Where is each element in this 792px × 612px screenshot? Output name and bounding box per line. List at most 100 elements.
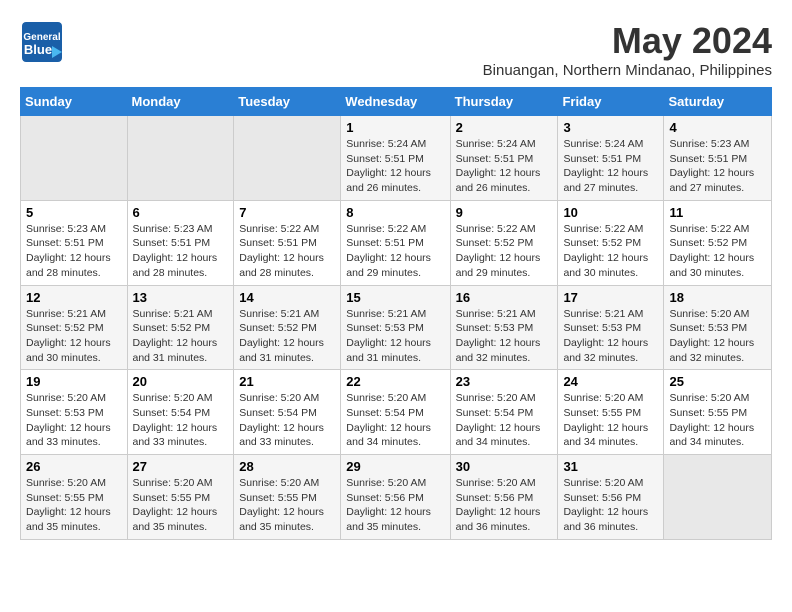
calendar-cell: 19Sunrise: 5:20 AM Sunset: 5:53 PM Dayli… <box>21 370 128 455</box>
calendar-cell <box>21 116 128 201</box>
day-info: Sunrise: 5:20 AM Sunset: 5:54 PM Dayligh… <box>133 391 229 450</box>
day-info: Sunrise: 5:22 AM Sunset: 5:52 PM Dayligh… <box>563 222 658 281</box>
calendar-cell: 31 Sunrise: 5:20 AM Sunset: 5:56 PM Dayli… <box>558 455 664 540</box>
calendar-cell: 10Sunrise: 5:22 AM Sunset: 5:52 PM Dayli… <box>558 200 664 285</box>
day-info: Sunrise: 5:20 AM Sunset: 5:56 PM Dayligh… <box>563 476 658 535</box>
calendar-cell: 26 Sunrise: 5:20 AM Sunset: 5:55 PM Dayli… <box>21 455 128 540</box>
calendar-cell: 25Sunrise: 5:20 AM Sunset: 5:55 PM Dayli… <box>664 370 772 455</box>
day-info: Sunrise: 5:20 AM Sunset: 5:55 PM Dayligh… <box>563 391 658 450</box>
day-number: 23 <box>456 374 553 389</box>
calendar-cell: 13Sunrise: 5:21 AM Sunset: 5:52 PM Dayli… <box>127 285 234 370</box>
day-info: Sunrise: 5:24 AM Sunset: 5:51 PM Dayligh… <box>563 137 658 196</box>
day-number: 9 <box>456 205 553 220</box>
day-number: 8 <box>346 205 444 220</box>
day-number: 6 <box>133 205 229 220</box>
col-header-friday: Friday <box>558 88 664 116</box>
day-number: 3 <box>563 120 658 135</box>
calendar-cell: 16Sunrise: 5:21 AM Sunset: 5:53 PM Dayli… <box>450 285 558 370</box>
day-number: 18 <box>669 290 766 305</box>
calendar-cell: 14Sunrise: 5:21 AM Sunset: 5:52 PM Dayli… <box>234 285 341 370</box>
day-number: 29 <box>346 459 444 474</box>
day-number: 30 <box>456 459 553 474</box>
day-number: 25 <box>669 374 766 389</box>
day-info: Sunrise: 5:24 AM Sunset: 5:51 PM Dayligh… <box>346 137 444 196</box>
day-info: Sunrise: 5:20 AM Sunset: 5:55 PM Dayligh… <box>239 476 335 535</box>
day-info: Sunrise: 5:20 AM Sunset: 5:55 PM Dayligh… <box>133 476 229 535</box>
day-number: 5 <box>26 205 122 220</box>
day-info: Sunrise: 5:22 AM Sunset: 5:51 PM Dayligh… <box>346 222 444 281</box>
col-header-tuesday: Tuesday <box>234 88 341 116</box>
calendar-cell: 1 Sunrise: 5:24 AM Sunset: 5:51 PM Daylig… <box>341 116 450 201</box>
calendar-week-row: 19Sunrise: 5:20 AM Sunset: 5:53 PM Dayli… <box>21 370 772 455</box>
calendar-week-row: 5 Sunrise: 5:23 AM Sunset: 5:51 PM Daylig… <box>21 200 772 285</box>
calendar-cell <box>234 116 341 201</box>
calendar-cell: 11 Sunrise: 5:22 AM Sunset: 5:52 PM Dayli… <box>664 200 772 285</box>
day-number: 27 <box>133 459 229 474</box>
day-info: Sunrise: 5:20 AM Sunset: 5:55 PM Dayligh… <box>26 476 122 535</box>
day-number: 20 <box>133 374 229 389</box>
day-info: Sunrise: 5:23 AM Sunset: 5:51 PM Dayligh… <box>669 137 766 196</box>
svg-text:Blue: Blue <box>24 42 52 57</box>
day-number: 7 <box>239 205 335 220</box>
calendar-cell: 28Sunrise: 5:20 AM Sunset: 5:55 PM Dayli… <box>234 455 341 540</box>
col-header-monday: Monday <box>127 88 234 116</box>
day-info: Sunrise: 5:20 AM Sunset: 5:54 PM Dayligh… <box>239 391 335 450</box>
calendar-cell: 12 Sunrise: 5:21 AM Sunset: 5:52 PM Dayli… <box>21 285 128 370</box>
calendar-cell: 15 Sunrise: 5:21 AM Sunset: 5:53 PM Dayli… <box>341 285 450 370</box>
calendar-table: SundayMondayTuesdayWednesdayThursdayFrid… <box>20 87 772 540</box>
calendar-cell: 9 Sunrise: 5:22 AM Sunset: 5:52 PM Daylig… <box>450 200 558 285</box>
calendar-cell: 5 Sunrise: 5:23 AM Sunset: 5:51 PM Daylig… <box>21 200 128 285</box>
calendar-cell <box>127 116 234 201</box>
day-info: Sunrise: 5:23 AM Sunset: 5:51 PM Dayligh… <box>26 222 122 281</box>
calendar-cell: 6 Sunrise: 5:23 AM Sunset: 5:51 PM Daylig… <box>127 200 234 285</box>
calendar-cell: 2 Sunrise: 5:24 AM Sunset: 5:51 PM Daylig… <box>450 116 558 201</box>
calendar-week-row: 1 Sunrise: 5:24 AM Sunset: 5:51 PM Daylig… <box>21 116 772 201</box>
day-info: Sunrise: 5:22 AM Sunset: 5:52 PM Dayligh… <box>456 222 553 281</box>
calendar-cell: 23 Sunrise: 5:20 AM Sunset: 5:54 PM Dayli… <box>450 370 558 455</box>
day-number: 16 <box>456 290 553 305</box>
calendar-cell: 4 Sunrise: 5:23 AM Sunset: 5:51 PM Daylig… <box>664 116 772 201</box>
day-number: 15 <box>346 290 444 305</box>
day-number: 11 <box>669 205 766 220</box>
page-header: General Blue May 2024 Binuangan, Norther… <box>20 20 772 79</box>
day-info: Sunrise: 5:24 AM Sunset: 5:51 PM Dayligh… <box>456 137 553 196</box>
day-info: Sunrise: 5:20 AM Sunset: 5:54 PM Dayligh… <box>346 391 444 450</box>
col-header-sunday: Sunday <box>21 88 128 116</box>
col-header-wednesday: Wednesday <box>341 88 450 116</box>
logo: General Blue <box>20 20 64 64</box>
day-info: Sunrise: 5:20 AM Sunset: 5:56 PM Dayligh… <box>346 476 444 535</box>
calendar-cell: 8 Sunrise: 5:22 AM Sunset: 5:51 PM Daylig… <box>341 200 450 285</box>
day-number: 13 <box>133 290 229 305</box>
col-header-thursday: Thursday <box>450 88 558 116</box>
day-number: 31 <box>563 459 658 474</box>
title-section: May 2024 Binuangan, Northern Mindanao, P… <box>483 20 772 79</box>
day-info: Sunrise: 5:22 AM Sunset: 5:52 PM Dayligh… <box>669 222 766 281</box>
day-number: 21 <box>239 374 335 389</box>
calendar-cell: 20 Sunrise: 5:20 AM Sunset: 5:54 PM Dayli… <box>127 370 234 455</box>
day-number: 4 <box>669 120 766 135</box>
location-subtitle: Binuangan, Northern Mindanao, Philippine… <box>483 62 772 79</box>
day-info: Sunrise: 5:21 AM Sunset: 5:53 PM Dayligh… <box>563 307 658 366</box>
calendar-cell: 7 Sunrise: 5:22 AM Sunset: 5:51 PM Daylig… <box>234 200 341 285</box>
day-number: 24 <box>563 374 658 389</box>
day-info: Sunrise: 5:21 AM Sunset: 5:52 PM Dayligh… <box>26 307 122 366</box>
day-info: Sunrise: 5:20 AM Sunset: 5:53 PM Dayligh… <box>669 307 766 366</box>
calendar-cell: 21 Sunrise: 5:20 AM Sunset: 5:54 PM Dayli… <box>234 370 341 455</box>
calendar-week-row: 26 Sunrise: 5:20 AM Sunset: 5:55 PM Dayli… <box>21 455 772 540</box>
calendar-cell: 24 Sunrise: 5:20 AM Sunset: 5:55 PM Dayli… <box>558 370 664 455</box>
calendar-cell: 22Sunrise: 5:20 AM Sunset: 5:54 PM Dayli… <box>341 370 450 455</box>
day-info: Sunrise: 5:21 AM Sunset: 5:53 PM Dayligh… <box>346 307 444 366</box>
day-info: Sunrise: 5:22 AM Sunset: 5:51 PM Dayligh… <box>239 222 335 281</box>
day-number: 1 <box>346 120 444 135</box>
day-number: 26 <box>26 459 122 474</box>
logo-icon: General Blue <box>20 20 64 64</box>
month-title: May 2024 <box>483 20 772 62</box>
day-number: 17 <box>563 290 658 305</box>
day-number: 2 <box>456 120 553 135</box>
calendar-cell: 27 Sunrise: 5:20 AM Sunset: 5:55 PM Dayli… <box>127 455 234 540</box>
day-info: Sunrise: 5:20 AM Sunset: 5:54 PM Dayligh… <box>456 391 553 450</box>
calendar-header-row: SundayMondayTuesdayWednesdayThursdayFrid… <box>21 88 772 116</box>
day-info: Sunrise: 5:23 AM Sunset: 5:51 PM Dayligh… <box>133 222 229 281</box>
day-number: 19 <box>26 374 122 389</box>
day-number: 12 <box>26 290 122 305</box>
